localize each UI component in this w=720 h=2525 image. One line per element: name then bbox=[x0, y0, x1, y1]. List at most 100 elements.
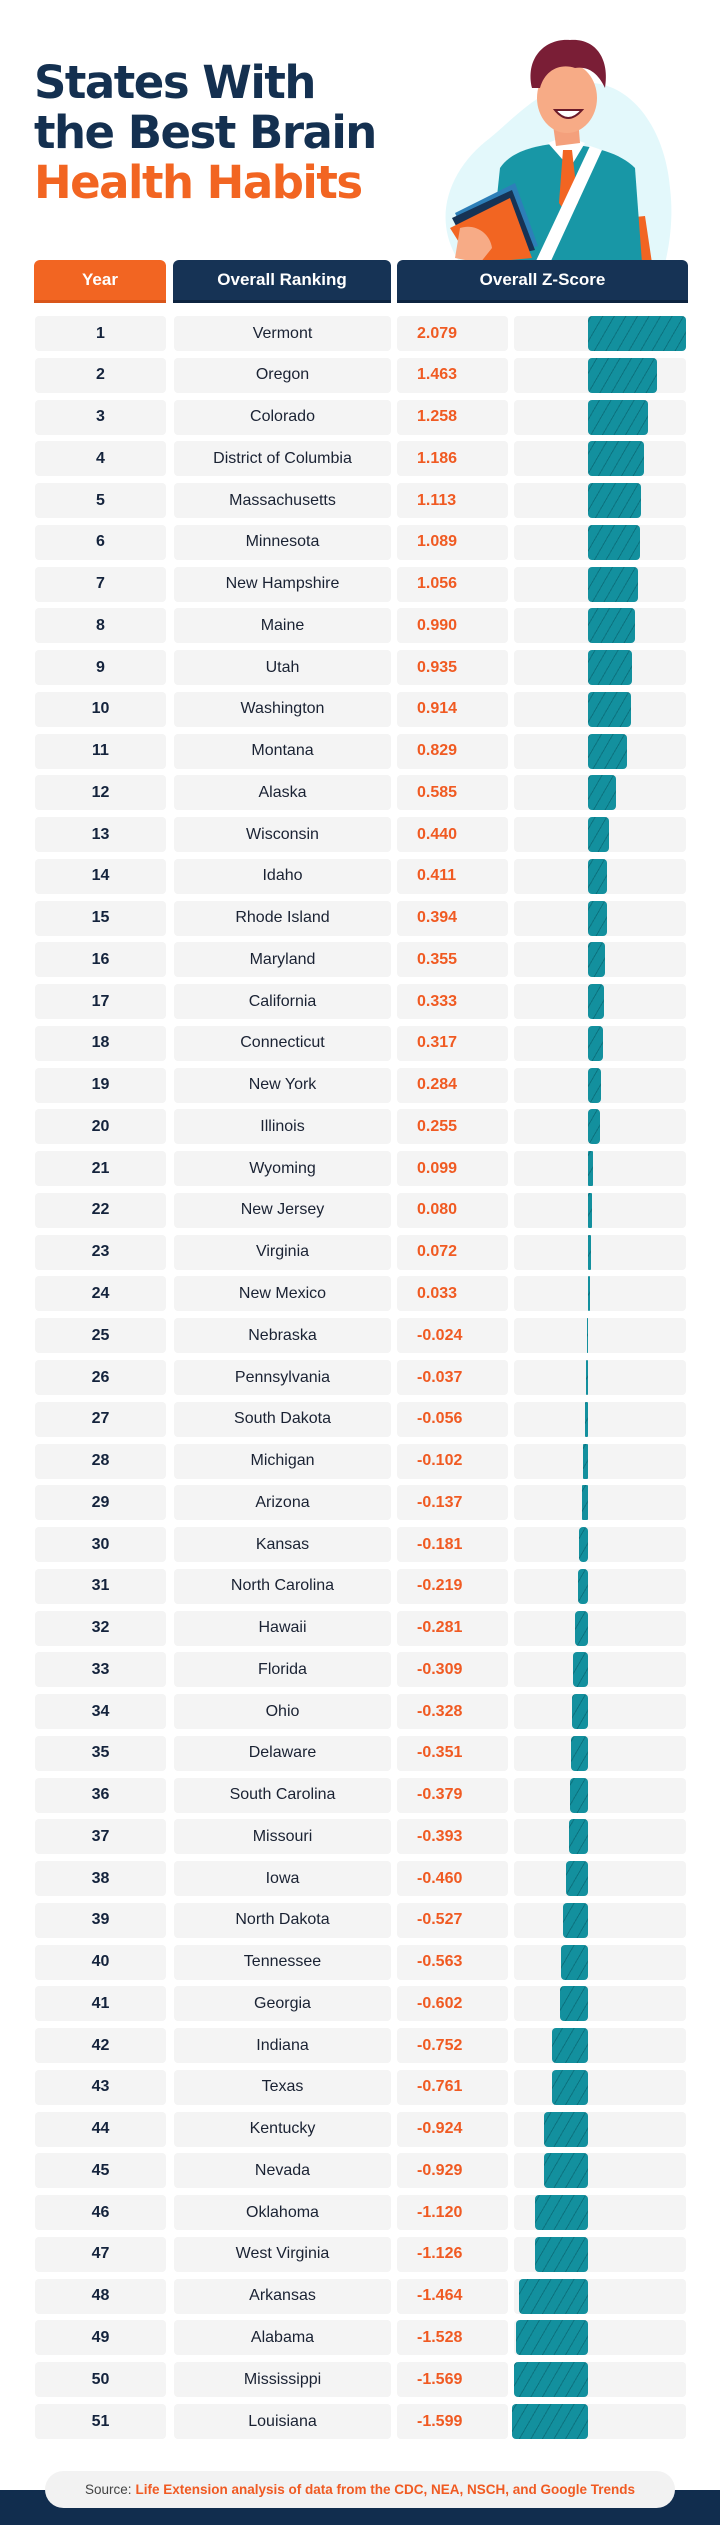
rank-cell: 8 bbox=[35, 608, 166, 644]
table-row: 44 Kentucky -0.924 bbox=[0, 2111, 720, 2147]
z-score-label: 0.411 bbox=[397, 858, 508, 894]
table-row: 12 Alaska 0.585 bbox=[0, 775, 720, 811]
table-row: 33 Florida -0.309 bbox=[0, 1652, 720, 1688]
source-note: Source: Life Extension analysis of data … bbox=[45, 2471, 675, 2508]
bar-track bbox=[514, 1861, 686, 1897]
bar-track bbox=[514, 650, 686, 686]
rank-cell: 10 bbox=[35, 691, 166, 727]
z-score-bar bbox=[588, 691, 632, 727]
column-header-overall-ranking: Overall Ranking bbox=[173, 260, 391, 303]
state-name-cell: Louisiana bbox=[174, 2404, 391, 2439]
state-name-cell: North Carolina bbox=[174, 1568, 391, 1604]
z-score-label: 0.333 bbox=[397, 984, 508, 1020]
column-header-overall-z-score: Overall Z-Score bbox=[397, 260, 688, 303]
z-score-bar bbox=[588, 1067, 602, 1103]
rank-cell: 46 bbox=[35, 2195, 166, 2231]
table-row: 30 Kansas -0.181 bbox=[0, 1527, 720, 1563]
z-score-bar bbox=[588, 316, 687, 351]
z-score-bar bbox=[515, 2320, 588, 2356]
rank-cell: 50 bbox=[35, 2362, 166, 2398]
bar-track bbox=[514, 1944, 686, 1980]
z-score-label: 0.914 bbox=[397, 691, 508, 727]
state-name-cell: Georgia bbox=[174, 1986, 391, 2022]
rank-cell: 47 bbox=[35, 2236, 166, 2272]
state-name-cell: Virginia bbox=[174, 1234, 391, 1270]
rank-cell: 11 bbox=[35, 733, 166, 769]
z-score-label: 0.355 bbox=[397, 942, 508, 978]
state-name-cell: Washington bbox=[174, 691, 391, 727]
z-score-label: -1.599 bbox=[397, 2404, 508, 2439]
rank-cell: 19 bbox=[35, 1067, 166, 1103]
z-score-bar bbox=[588, 357, 658, 393]
state-name-cell: California bbox=[174, 984, 391, 1020]
title-line-1: States With bbox=[34, 56, 316, 109]
z-score-bar bbox=[588, 1192, 592, 1228]
bar-track bbox=[514, 1067, 686, 1103]
z-score-label: 0.284 bbox=[397, 1067, 508, 1103]
table-row: 27 South Dakota -0.056 bbox=[0, 1401, 720, 1437]
state-name-cell: District of Columbia bbox=[174, 441, 391, 477]
z-score-label: 0.990 bbox=[397, 608, 508, 644]
table-row: 39 North Dakota -0.527 bbox=[0, 1902, 720, 1938]
table-row: 41 Georgia -0.602 bbox=[0, 1986, 720, 2022]
z-score-bar bbox=[588, 524, 640, 560]
rank-cell: 36 bbox=[35, 1777, 166, 1813]
rank-cell: 45 bbox=[35, 2153, 166, 2189]
bar-track bbox=[514, 1735, 686, 1771]
rank-cell: 31 bbox=[35, 1568, 166, 1604]
state-name-cell: New Jersey bbox=[174, 1192, 391, 1228]
rank-cell: 44 bbox=[35, 2111, 166, 2147]
state-name-cell: Rhode Island bbox=[174, 900, 391, 936]
rank-cell: 29 bbox=[35, 1485, 166, 1521]
z-score-bar bbox=[586, 1318, 588, 1354]
z-score-bar bbox=[518, 2278, 588, 2314]
z-score-label: -0.351 bbox=[397, 1735, 508, 1771]
table-row: 18 Connecticut 0.317 bbox=[0, 1025, 720, 1061]
rank-cell: 41 bbox=[35, 1986, 166, 2022]
z-score-bar bbox=[561, 1944, 588, 1980]
bar-track bbox=[514, 566, 686, 602]
table-row: 11 Montana 0.829 bbox=[0, 733, 720, 769]
bar-track bbox=[514, 2236, 686, 2272]
table-row: 34 Ohio -0.328 bbox=[0, 1694, 720, 1730]
table-row: 16 Maryland 0.355 bbox=[0, 942, 720, 978]
state-name-cell: South Dakota bbox=[174, 1401, 391, 1437]
table-row: 40 Tennessee -0.563 bbox=[0, 1944, 720, 1980]
table-row: 48 Arkansas -1.464 bbox=[0, 2278, 720, 2314]
rank-cell: 28 bbox=[35, 1443, 166, 1479]
state-name-cell: Maryland bbox=[174, 942, 391, 978]
rank-cell: 38 bbox=[35, 1861, 166, 1897]
state-name-cell: Indiana bbox=[174, 2028, 391, 2064]
rank-cell: 21 bbox=[35, 1151, 166, 1187]
bar-track bbox=[514, 1986, 686, 2022]
rank-cell: 48 bbox=[35, 2278, 166, 2314]
state-name-cell: Idaho bbox=[174, 858, 391, 894]
z-score-label: 0.080 bbox=[397, 1192, 508, 1228]
rank-cell: 22 bbox=[35, 1192, 166, 1228]
rank-cell: 17 bbox=[35, 984, 166, 1020]
table-row: 49 Alabama -1.528 bbox=[0, 2320, 720, 2356]
rank-cell: 25 bbox=[35, 1318, 166, 1354]
bar-track bbox=[514, 984, 686, 1020]
bar-track bbox=[514, 1109, 686, 1145]
state-name-cell: New Mexico bbox=[174, 1276, 391, 1312]
rank-cell: 4 bbox=[35, 441, 166, 477]
state-name-cell: Tennessee bbox=[174, 1944, 391, 1980]
table-row: 36 South Carolina -0.379 bbox=[0, 1777, 720, 1813]
state-name-cell: Nevada bbox=[174, 2153, 391, 2189]
state-name-cell: Ohio bbox=[174, 1694, 391, 1730]
z-score-label: -1.120 bbox=[397, 2195, 508, 2231]
bar-track bbox=[514, 775, 686, 811]
table-row: 42 Indiana -0.752 bbox=[0, 2028, 720, 2064]
bar-track bbox=[514, 2195, 686, 2231]
table-row: 10 Washington 0.914 bbox=[0, 691, 720, 727]
bar-track bbox=[514, 608, 686, 644]
rank-cell: 20 bbox=[35, 1109, 166, 1145]
rank-cell: 42 bbox=[35, 2028, 166, 2064]
table-row: 29 Arizona -0.137 bbox=[0, 1485, 720, 1521]
bar-track bbox=[514, 1527, 686, 1563]
rank-cell: 23 bbox=[35, 1234, 166, 1270]
z-score-label: -0.393 bbox=[397, 1819, 508, 1855]
state-name-cell: Oklahoma bbox=[174, 2195, 391, 2231]
bar-track bbox=[514, 1777, 686, 1813]
